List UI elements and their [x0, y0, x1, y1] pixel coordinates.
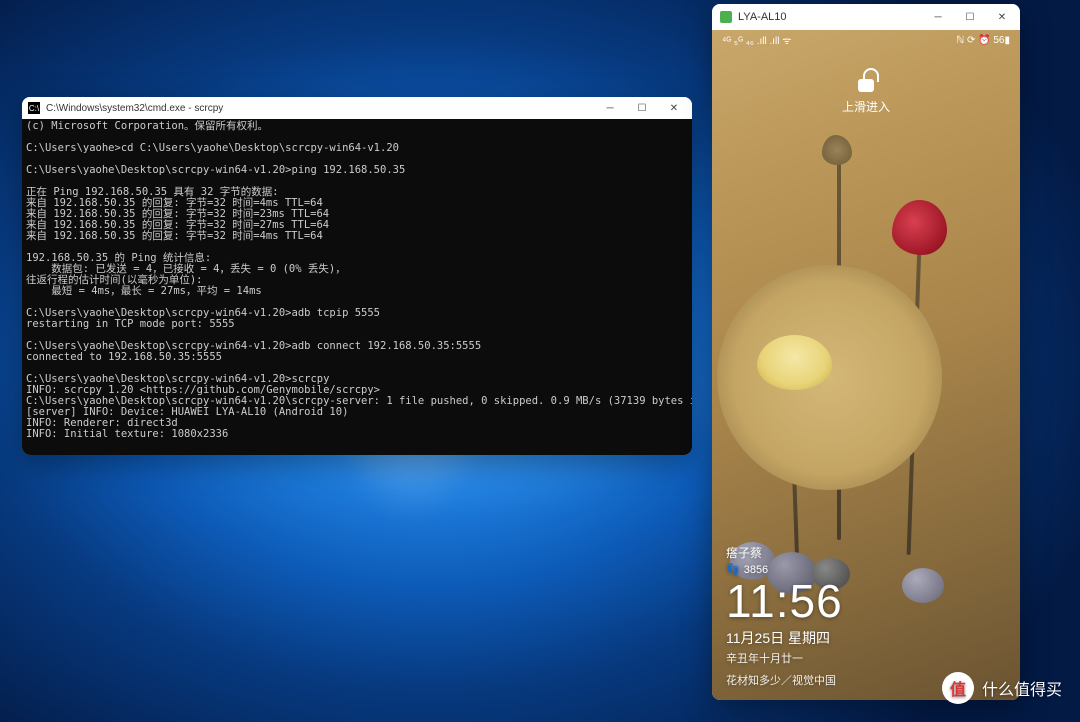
lock-info: 瘩子蔡 👣 3856 11:56 11月25日 星期四 辛丑年十月廿一 花材知多…	[726, 544, 843, 688]
clock-time: 11:56	[726, 578, 843, 624]
scrcpy-title: LYA-AL10	[738, 11, 922, 23]
status-bar: ⁴ᴳ ₅ᴳ ₄₆ .ıll .ıll ᯤ ℕ ⟳ ⏰ 56▮	[712, 30, 1020, 50]
scrcpy-window[interactable]: LYA-AL10 ─ ☐ ✕ ⁴ᴳ ₅ᴳ ₄₆ .ıll .ıll ᯤ ℕ ⟳ …	[712, 4, 1020, 700]
maximize-button[interactable]: ☐	[954, 6, 986, 28]
user-name: 瘩子蔡	[726, 544, 843, 561]
close-button[interactable]: ✕	[658, 97, 690, 119]
close-button[interactable]: ✕	[986, 6, 1018, 28]
watermark-text: 什么值得买	[982, 676, 1062, 700]
status-right: ℕ ⟳ ⏰ 56▮	[956, 35, 1010, 46]
watermark: 值 什么值得买	[942, 672, 1062, 704]
wallpaper-caption: 花材知多少／视觉中国	[726, 672, 843, 688]
scrcpy-icon	[720, 11, 732, 23]
lock-area: 上滑进入	[712, 70, 1020, 115]
cmd-icon: C:\	[28, 102, 40, 114]
wallpaper-plate	[717, 265, 942, 490]
watermark-badge: 值	[942, 672, 974, 704]
wallpaper-lotus-pod	[822, 135, 852, 165]
minimize-button[interactable]: ─	[922, 6, 954, 28]
clock-date: 11月25日 星期四	[726, 628, 843, 648]
status-left: ⁴ᴳ ₅ᴳ ₄₆ .ıll .ıll ᯤ	[722, 33, 791, 47]
cmd-title: C:\Windows\system32\cmd.exe - scrcpy	[46, 103, 594, 114]
lunar-date: 辛丑年十月廿一	[726, 650, 843, 666]
minimize-button[interactable]: ─	[594, 97, 626, 119]
scrcpy-titlebar[interactable]: LYA-AL10 ─ ☐ ✕	[712, 4, 1020, 30]
wallpaper-lotus-red	[892, 200, 947, 255]
cmd-window[interactable]: C:\ C:\Windows\system32\cmd.exe - scrcpy…	[22, 97, 692, 455]
steps-value: 3856	[744, 564, 768, 576]
maximize-button[interactable]: ☐	[626, 97, 658, 119]
cmd-output[interactable]: (c) Microsoft Corporation。保留所有权利。 C:\Use…	[22, 119, 692, 455]
lock-icon	[856, 70, 876, 94]
wallpaper-pebble	[902, 568, 944, 603]
swipe-hint: 上滑进入	[712, 98, 1020, 115]
phone-screen[interactable]: ⁴ᴳ ₅ᴳ ₄₆ .ıll .ıll ᯤ ℕ ⟳ ⏰ 56▮ 上滑进入 瘩子蔡 …	[712, 30, 1020, 700]
cmd-titlebar[interactable]: C:\ C:\Windows\system32\cmd.exe - scrcpy…	[22, 97, 692, 119]
wallpaper-lotus-yellow	[757, 335, 832, 390]
